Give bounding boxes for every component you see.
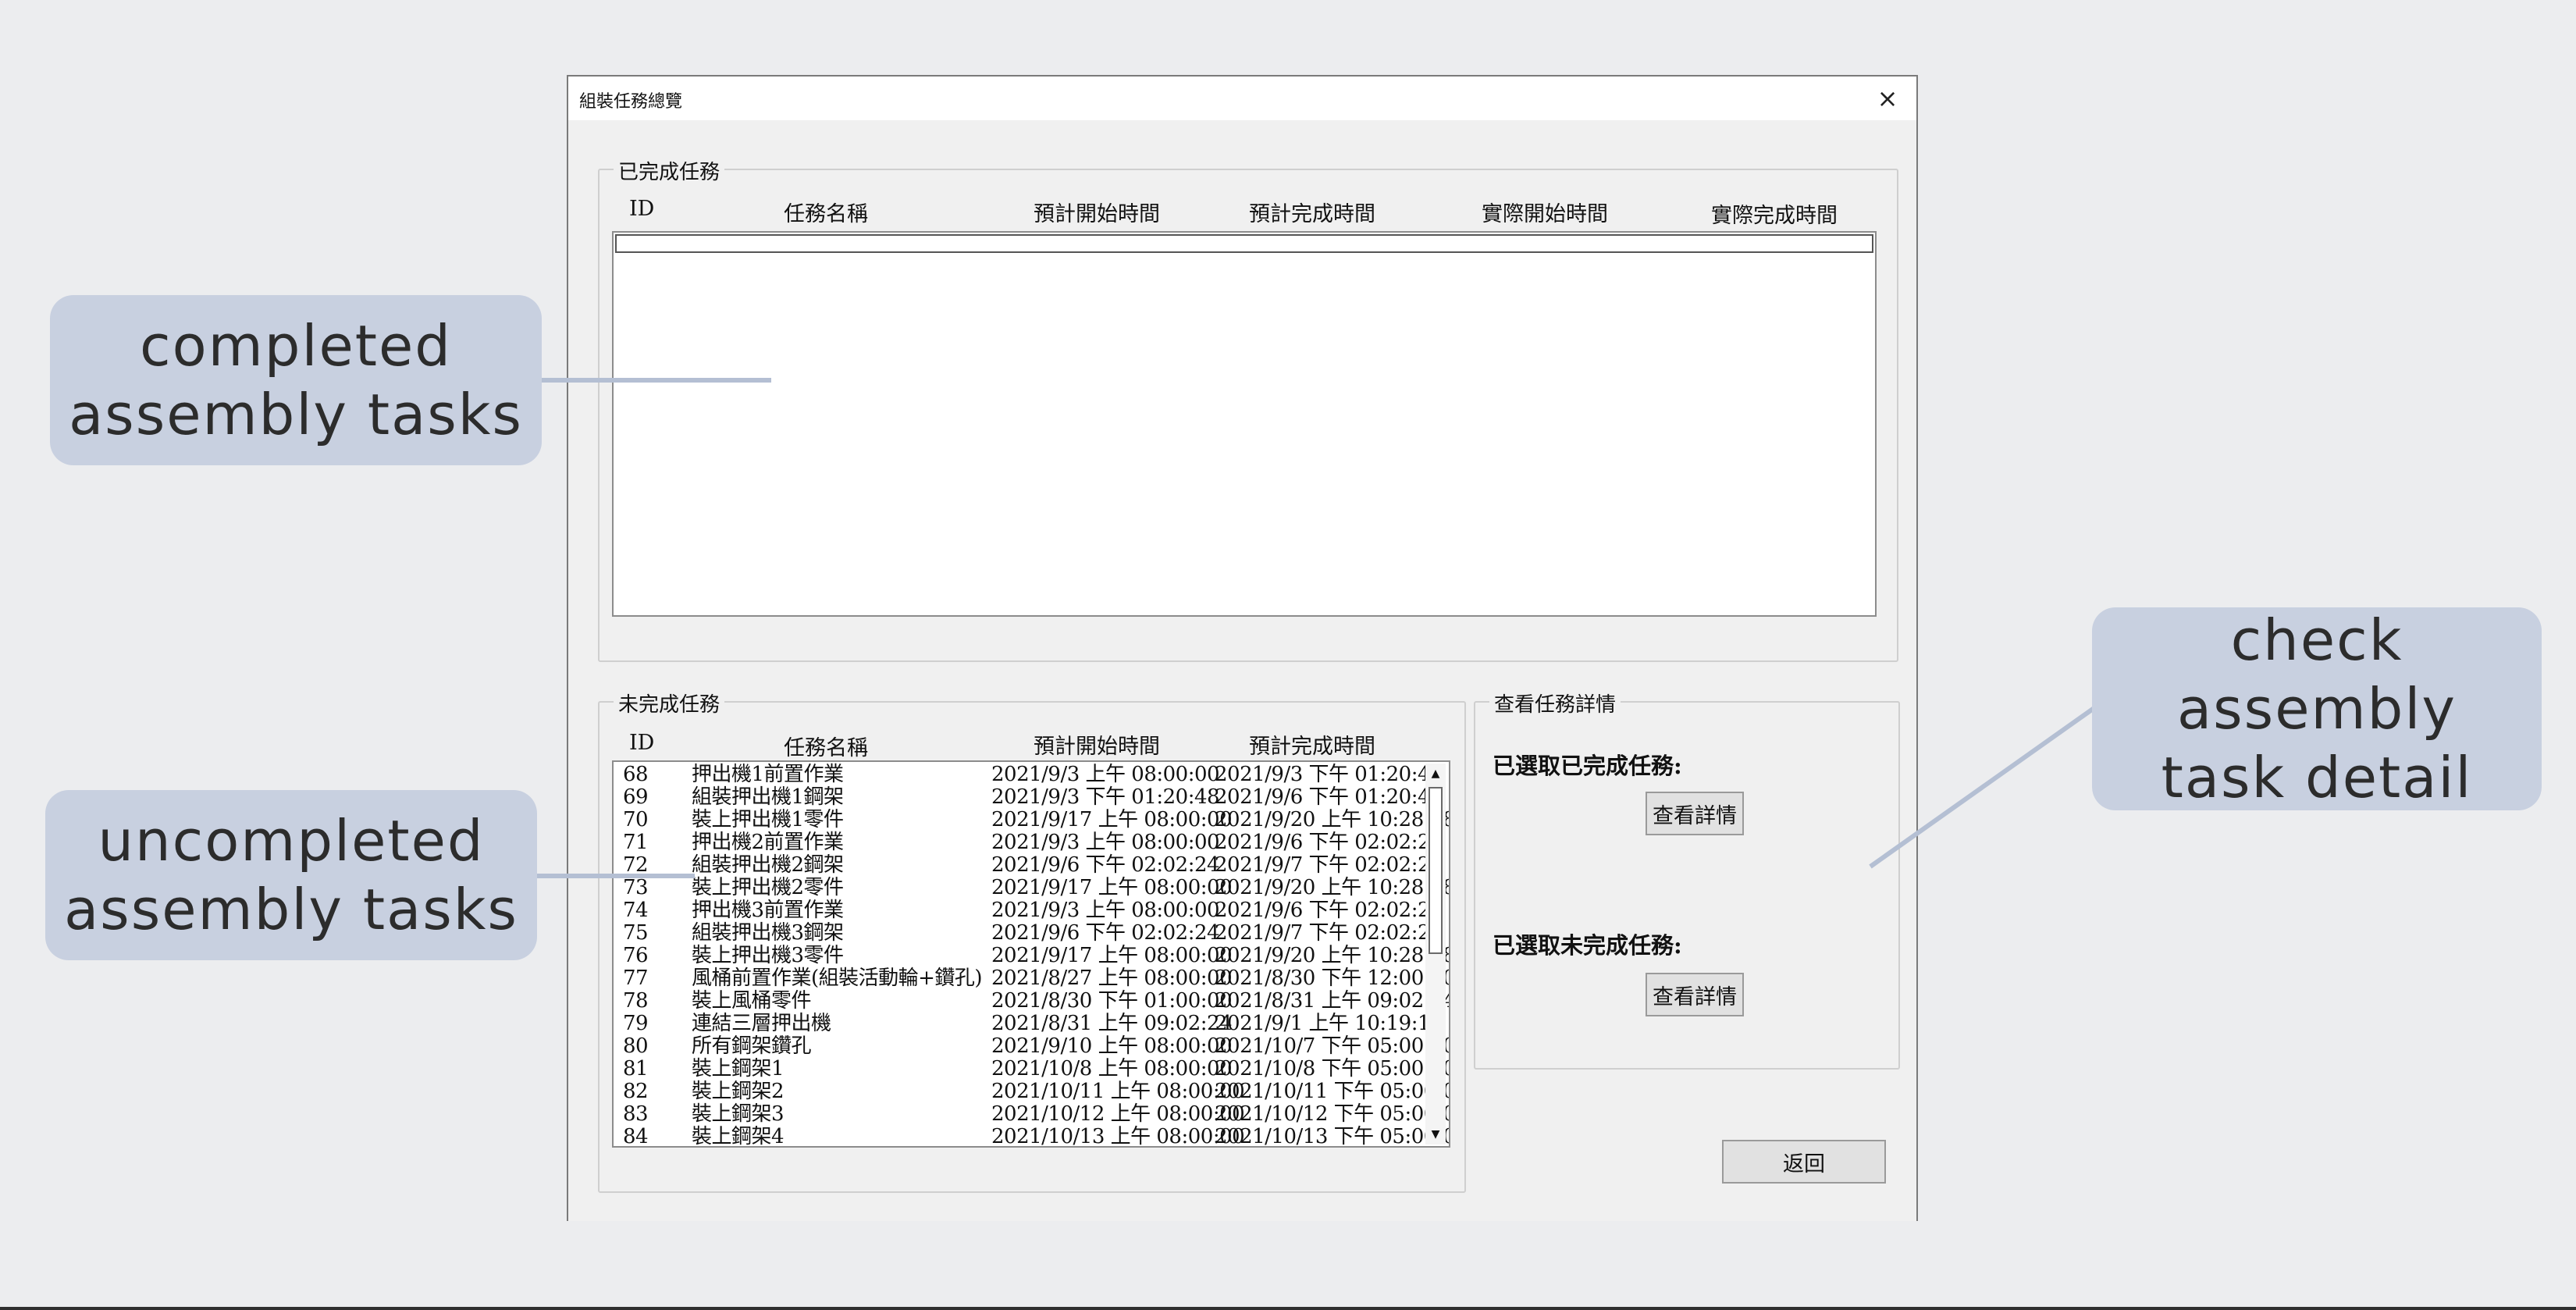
callout-uncompleted-line1: uncompleted: [98, 808, 485, 874]
leader-detail: [1869, 705, 2097, 869]
callout-completed-line1: completed: [139, 313, 452, 379]
callout-task-detail: check assembly task detail: [2092, 607, 2542, 810]
callout-uncompleted-tasks: uncompleted assembly tasks: [45, 790, 537, 960]
callout-uncompleted-line2: assembly tasks: [64, 877, 518, 942]
callout-detail-line1: check: [2230, 607, 2403, 673]
callout-completed-tasks: completed assembly tasks: [50, 295, 542, 465]
callout-detail-line2: assembly: [2177, 676, 2457, 742]
callout-detail-line3: task detail: [2161, 745, 2473, 810]
callout-completed-line2: assembly tasks: [69, 382, 523, 447]
